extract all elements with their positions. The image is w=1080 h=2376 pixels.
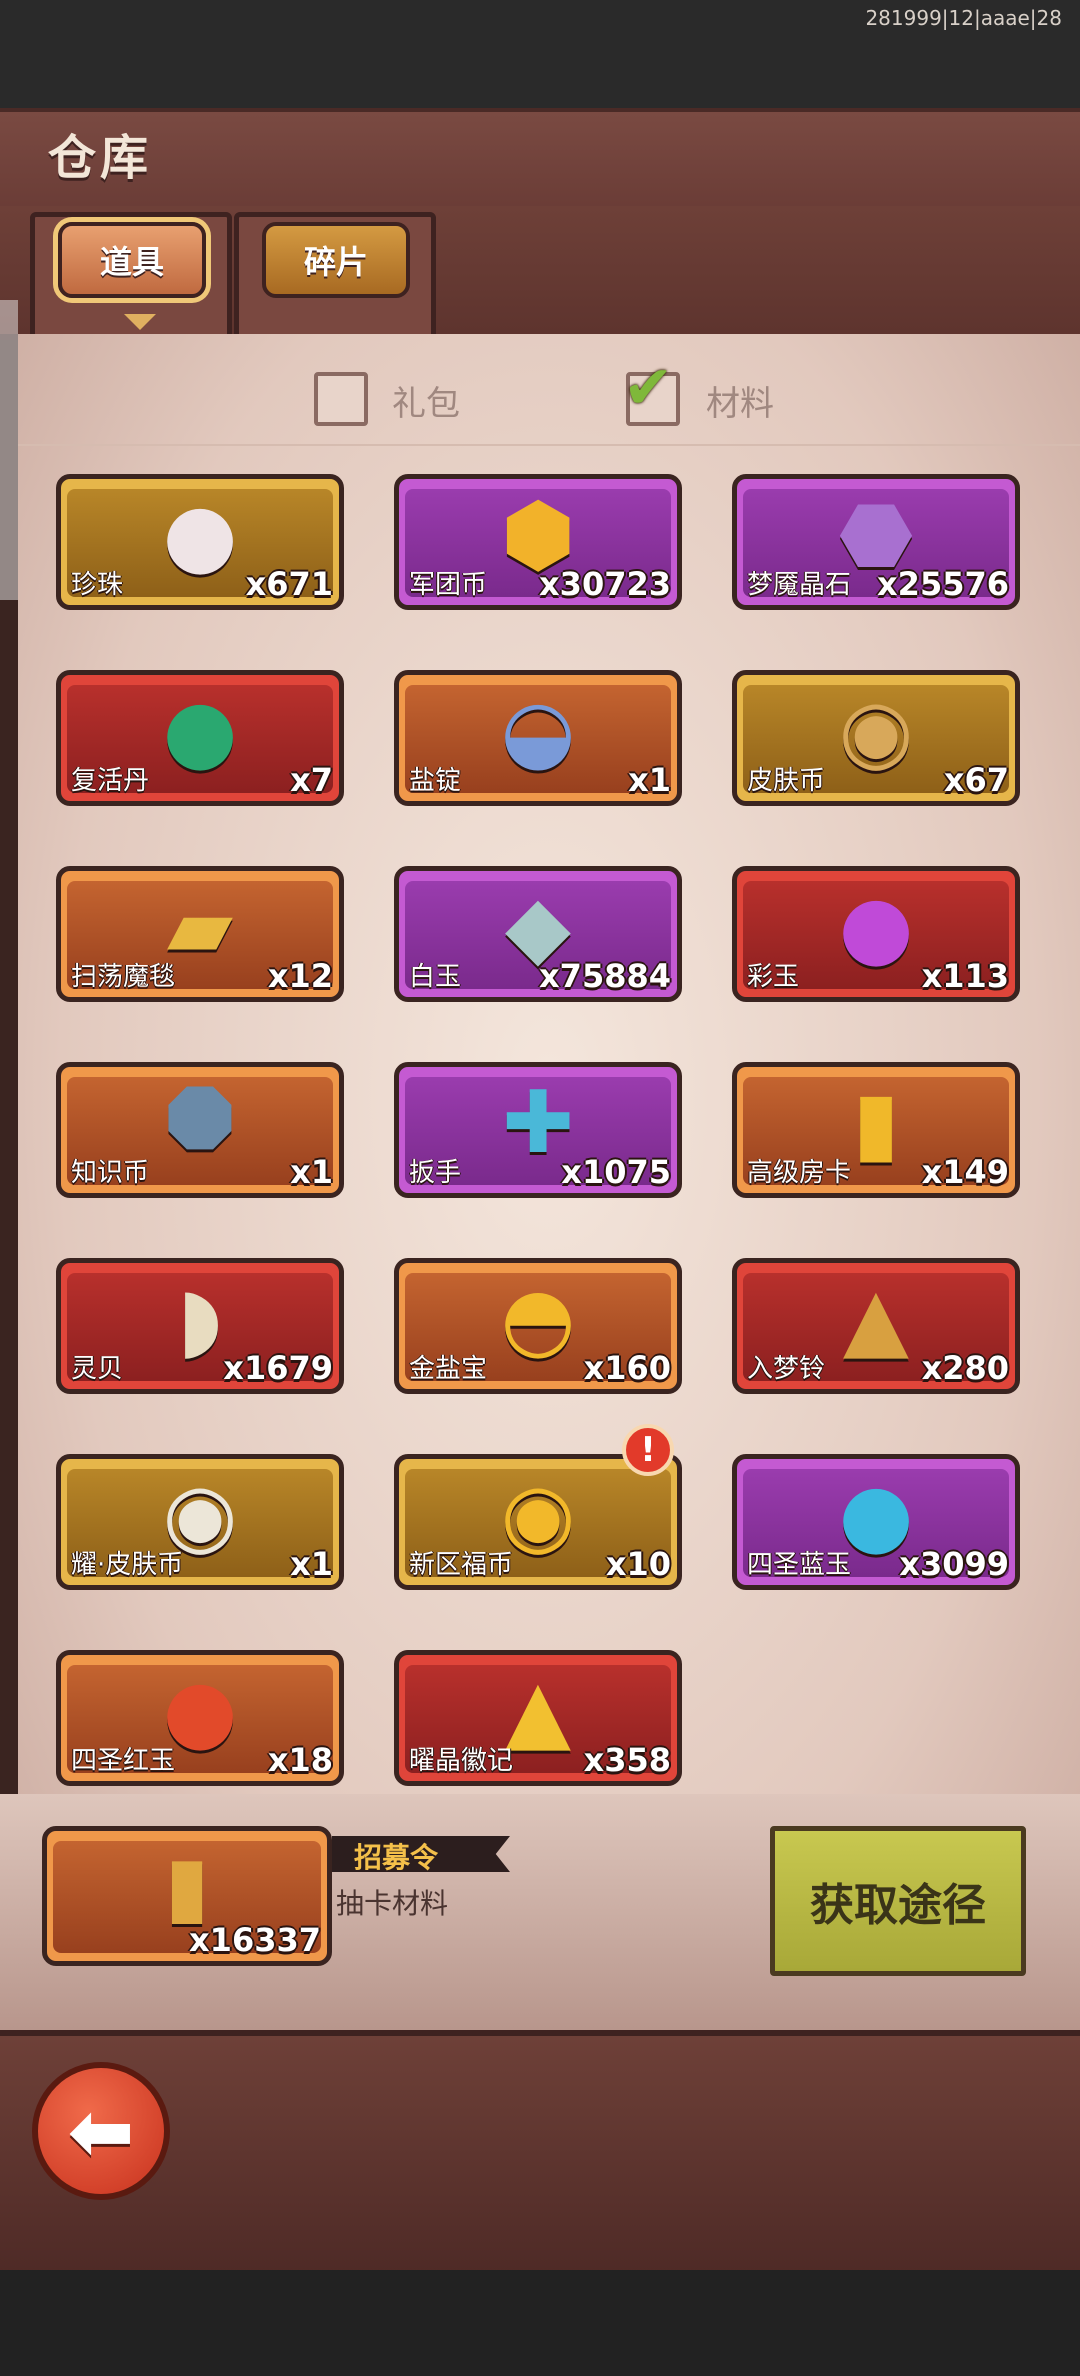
acquire-source-button[interactable]: 获取途径 [770, 1826, 1026, 1976]
item-card[interactable]: ▮ 高级房卡 x149 [732, 1062, 1020, 1198]
item-qty: x358 [583, 1741, 671, 1779]
revive-pill-icon: ● [162, 681, 238, 781]
filter-gift-checkbox[interactable] [314, 372, 368, 426]
header-bar [0, 108, 1080, 218]
item-qty: x1 [290, 1153, 333, 1191]
gold-salt-ingot-icon: ◓ [500, 1269, 576, 1369]
item-card[interactable]: ⬣ 梦魇晶石 x25576 [732, 474, 1020, 610]
item-name: 扫荡魔毯 [71, 962, 176, 992]
item-name: 金盐宝 [409, 1354, 488, 1384]
item-qty: x30723 [539, 565, 671, 603]
item-qty: x75884 [539, 957, 671, 995]
item-name: 盐锭 [409, 766, 462, 796]
item-card[interactable]: ▲ 曜晶徽记 x358 [394, 1650, 682, 1786]
item-card[interactable]: ◆ 白玉 x75884 [394, 866, 682, 1002]
item-card[interactable]: ▰ 扫荡魔毯 x12 [56, 866, 344, 1002]
item-name: 白玉 [409, 962, 462, 992]
pearl-icon: ● [162, 485, 238, 585]
knowledge-coin-icon: ⯃ [165, 1073, 235, 1173]
page-title: 仓库 [48, 130, 153, 186]
item-qty: x3099 [899, 1545, 1009, 1583]
item-qty: x1 [290, 1545, 333, 1583]
item-qty: x25576 [877, 565, 1009, 603]
item-card[interactable]: ✚ 扳手 x1075 [394, 1062, 682, 1198]
bottom-edge [0, 2270, 1080, 2376]
back-button[interactable]: ⬅ [32, 2062, 170, 2200]
item-qty: x671 [245, 565, 333, 603]
tab-fragments[interactable]: 碎片 [262, 222, 410, 298]
item-card[interactable]: ⯃ 知识币 x1 [56, 1062, 344, 1198]
rainbow-jade-icon: ● [838, 877, 914, 977]
item-card[interactable]: ● 彩玉 x113 [732, 866, 1020, 1002]
item-qty: x113 [921, 957, 1009, 995]
item-name: 入梦铃 [747, 1354, 826, 1384]
item-card[interactable]: ▲ 入梦铃 x280 [732, 1258, 1020, 1394]
item-card[interactable]: ◉ 耀·皮肤币 x1 [56, 1454, 344, 1590]
build-info: 281999|12|aaae|28 [865, 6, 1062, 30]
item-card[interactable]: ⬢ 军团币 x30723 [394, 474, 682, 610]
item-qty: x1 [628, 761, 671, 799]
selected-item-name: 招募令 [354, 1841, 439, 1874]
item-qty: x280 [921, 1349, 1009, 1387]
item-card[interactable]: ◒ 盐锭 x1 [394, 670, 682, 806]
item-card[interactable]: ● 复活丹 x7 [56, 670, 344, 806]
item-name: 彩玉 [747, 962, 800, 992]
item-name: 曜晶徽记 [409, 1746, 514, 1776]
item-name: 灵贝 [71, 1354, 124, 1384]
item-qty: x10 [605, 1545, 671, 1583]
item-name: 新区福币 [409, 1550, 514, 1580]
tab-items[interactable]: 道具 [58, 222, 206, 298]
item-name: 四圣蓝玉 [747, 1550, 852, 1580]
item-qty: x149 [921, 1153, 1009, 1191]
item-name: 高级房卡 [747, 1158, 852, 1188]
item-qty: x1679 [223, 1349, 333, 1387]
item-card[interactable]: ◗ 灵贝 x1679 [56, 1258, 344, 1394]
item-card[interactable]: ● 珍珠 x671 [56, 474, 344, 610]
active-tab-indicator [124, 314, 156, 330]
selected-item-card[interactable]: ▮ x16337 [42, 1826, 332, 1966]
salt-ingot-icon: ◒ [500, 681, 576, 781]
selected-item-description: 抽卡材料 [336, 1887, 449, 1920]
item-name: 耀·皮肤币 [71, 1550, 184, 1580]
item-name: 军团币 [409, 570, 488, 600]
filter-gift-label: 礼包 [392, 384, 460, 424]
filter-material-label: 材料 [706, 384, 774, 424]
item-name: 扳手 [409, 1158, 462, 1188]
item-qty: x18 [267, 1741, 333, 1779]
item-card[interactable]: ● 四圣蓝玉 x3099 [732, 1454, 1020, 1590]
item-qty: x160 [583, 1349, 671, 1387]
item-name: 复活丹 [71, 766, 150, 796]
item-name: 四圣红玉 [71, 1746, 176, 1776]
dream-bell-icon: ▲ [842, 1269, 910, 1369]
item-name: 皮肤币 [747, 766, 826, 796]
item-card[interactable]: ◓ 金盐宝 x160 [394, 1258, 682, 1394]
checkmark-icon: ✔ [623, 353, 674, 423]
item-qty: x7 [290, 761, 333, 799]
item-name: 知识币 [71, 1158, 150, 1188]
item-card[interactable]: ◉ 皮肤币 x67 [732, 670, 1020, 806]
item-name: 梦魇晶石 [747, 570, 852, 600]
item-qty: x67 [943, 761, 1009, 799]
item-name: 珍珠 [71, 570, 124, 600]
item-qty: x12 [267, 957, 333, 995]
item-qty: x1075 [561, 1153, 671, 1191]
selected-item-qty: x16337 [189, 1921, 321, 1959]
back-arrow-icon: ⬅ [67, 2084, 135, 2178]
alert-badge: ! [622, 1424, 674, 1476]
item-card[interactable]: ● 四圣红玉 x18 [56, 1650, 344, 1786]
filter-row [18, 334, 1080, 446]
edge-strip [0, 300, 18, 600]
skin-coin-icon: ◉ [838, 681, 914, 781]
